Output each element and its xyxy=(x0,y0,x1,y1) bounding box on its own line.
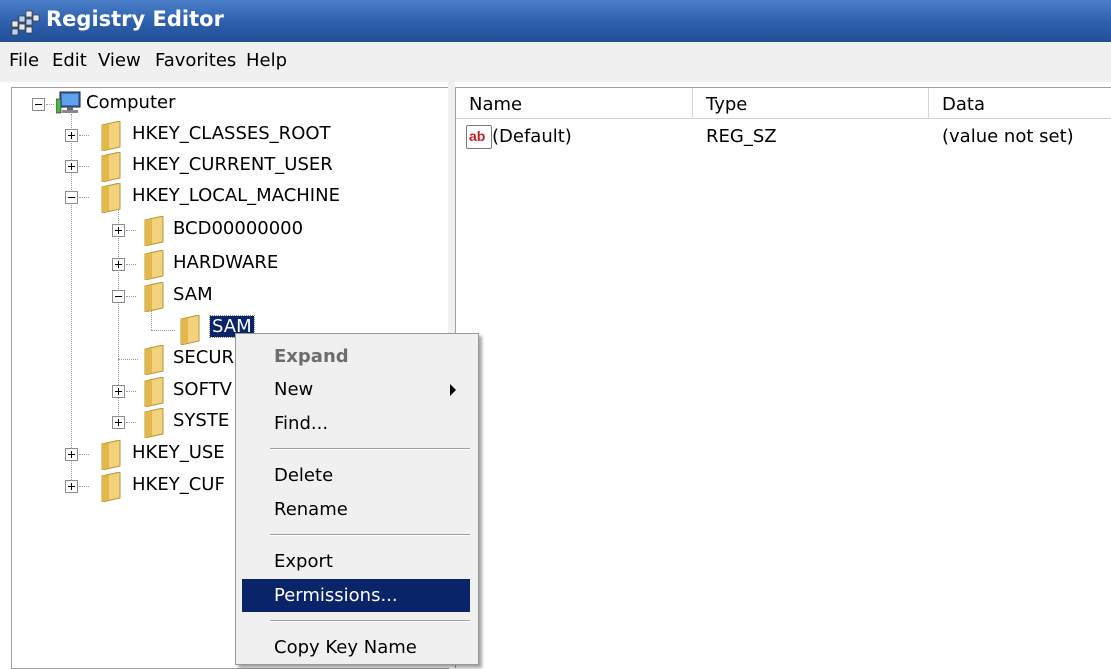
menu-file[interactable]: File xyxy=(9,50,39,71)
expand-toggle[interactable] xyxy=(112,258,125,271)
tree-node-bcd00000000[interactable]: BCD00000000 xyxy=(173,218,303,239)
column-type[interactable]: Type xyxy=(693,88,929,118)
title-bar[interactable]: Registry Editor xyxy=(0,0,1111,42)
window-title: Registry Editor xyxy=(46,7,224,31)
values-list[interactable]: Name Type Data ab (Default) REG_SZ (valu… xyxy=(455,87,1111,668)
tree-connector xyxy=(151,330,175,331)
tree-node-system[interactable]: SYSTE xyxy=(173,410,229,431)
folder-icon xyxy=(144,250,164,280)
menu-item-permissions[interactable]: Permissions... xyxy=(242,579,470,612)
expand-toggle[interactable] xyxy=(65,129,78,142)
tree-node-hkey-current-config[interactable]: HKEY_CUF xyxy=(132,474,225,495)
collapse-toggle[interactable] xyxy=(65,191,78,204)
menu-separator xyxy=(270,534,470,536)
registry-editor-icon xyxy=(11,10,40,36)
expand-toggle[interactable] xyxy=(65,160,78,173)
menu-edit[interactable]: Edit xyxy=(52,50,87,71)
value-data: (value not set) xyxy=(942,126,1074,147)
folder-icon xyxy=(144,377,164,407)
folder-icon xyxy=(101,183,121,213)
tree-connector xyxy=(126,391,136,392)
list-item[interactable]: ab (Default) REG_SZ (value not set) xyxy=(456,122,1111,152)
menu-item-copy-key-name[interactable]: Copy Key Name xyxy=(242,631,470,664)
menu-help[interactable]: Help xyxy=(246,50,287,71)
tree-connector xyxy=(79,197,89,198)
tree-connector xyxy=(126,422,136,423)
collapse-toggle[interactable] xyxy=(32,98,45,111)
string-value-icon-text: ab xyxy=(469,128,486,144)
collapse-toggle[interactable] xyxy=(112,290,125,303)
string-value-icon: ab xyxy=(466,125,492,149)
tree-connector xyxy=(126,264,136,265)
folder-icon xyxy=(144,216,164,246)
tree-node-computer[interactable]: Computer xyxy=(86,92,175,113)
expand-toggle[interactable] xyxy=(112,224,125,237)
computer-icon xyxy=(56,91,81,114)
expand-toggle[interactable] xyxy=(65,448,78,461)
tree-connector xyxy=(118,359,138,360)
tree-node-hardware[interactable]: HARDWARE xyxy=(173,252,278,273)
folder-icon xyxy=(101,121,121,151)
folder-icon xyxy=(101,152,121,182)
menu-item-new-label: New xyxy=(274,379,314,400)
menu-item-export[interactable]: Export xyxy=(242,545,470,578)
folder-icon xyxy=(144,282,164,312)
tree-node-sam[interactable]: SAM xyxy=(173,284,213,305)
menu-favorites[interactable]: Favorites xyxy=(155,50,236,71)
column-header: Name Type Data xyxy=(456,88,1111,119)
context-menu: Expand New Find... Delete Rename Export … xyxy=(235,333,479,665)
column-data[interactable]: Data xyxy=(929,88,1111,118)
menu-item-new[interactable]: New xyxy=(242,373,470,406)
folder-icon xyxy=(144,345,164,375)
tree-node-hkey-classes-root[interactable]: HKEY_CLASSES_ROOT xyxy=(132,123,331,144)
menu-bar: File Edit View Favorites Help xyxy=(0,42,1111,82)
tree-connector xyxy=(46,104,54,105)
menu-view[interactable]: View xyxy=(98,50,141,71)
folder-icon xyxy=(101,472,121,502)
menu-item-expand[interactable]: Expand xyxy=(242,340,470,373)
tree-connector xyxy=(126,230,136,231)
tree-node-software[interactable]: SOFTV xyxy=(173,379,232,400)
folder-icon xyxy=(101,440,121,470)
menu-separator xyxy=(270,448,470,450)
tree-connector xyxy=(79,166,89,167)
tree-node-hkey-users[interactable]: HKEY_USE xyxy=(132,442,225,463)
submenu-arrow-icon xyxy=(450,384,456,396)
expand-toggle[interactable] xyxy=(112,416,125,429)
tree-node-hkey-current-user[interactable]: HKEY_CURRENT_USER xyxy=(132,154,333,175)
folder-icon xyxy=(180,315,200,345)
tree-connector xyxy=(79,135,89,136)
menu-separator xyxy=(270,620,470,622)
menu-item-delete[interactable]: Delete xyxy=(242,459,470,492)
tree-connector xyxy=(126,296,136,297)
tree-connector xyxy=(79,454,89,455)
column-name[interactable]: Name xyxy=(456,88,693,118)
expand-toggle[interactable] xyxy=(65,480,78,493)
menu-item-rename[interactable]: Rename xyxy=(242,493,470,526)
expand-toggle[interactable] xyxy=(112,385,125,398)
value-type: REG_SZ xyxy=(706,126,777,147)
tree-connector xyxy=(79,486,89,487)
value-name: (Default) xyxy=(492,126,572,147)
menu-item-find[interactable]: Find... xyxy=(242,407,470,440)
tree-node-security[interactable]: SECUR xyxy=(173,347,234,368)
folder-icon xyxy=(144,408,164,438)
tree-node-hkey-local-machine[interactable]: HKEY_LOCAL_MACHINE xyxy=(132,185,340,206)
